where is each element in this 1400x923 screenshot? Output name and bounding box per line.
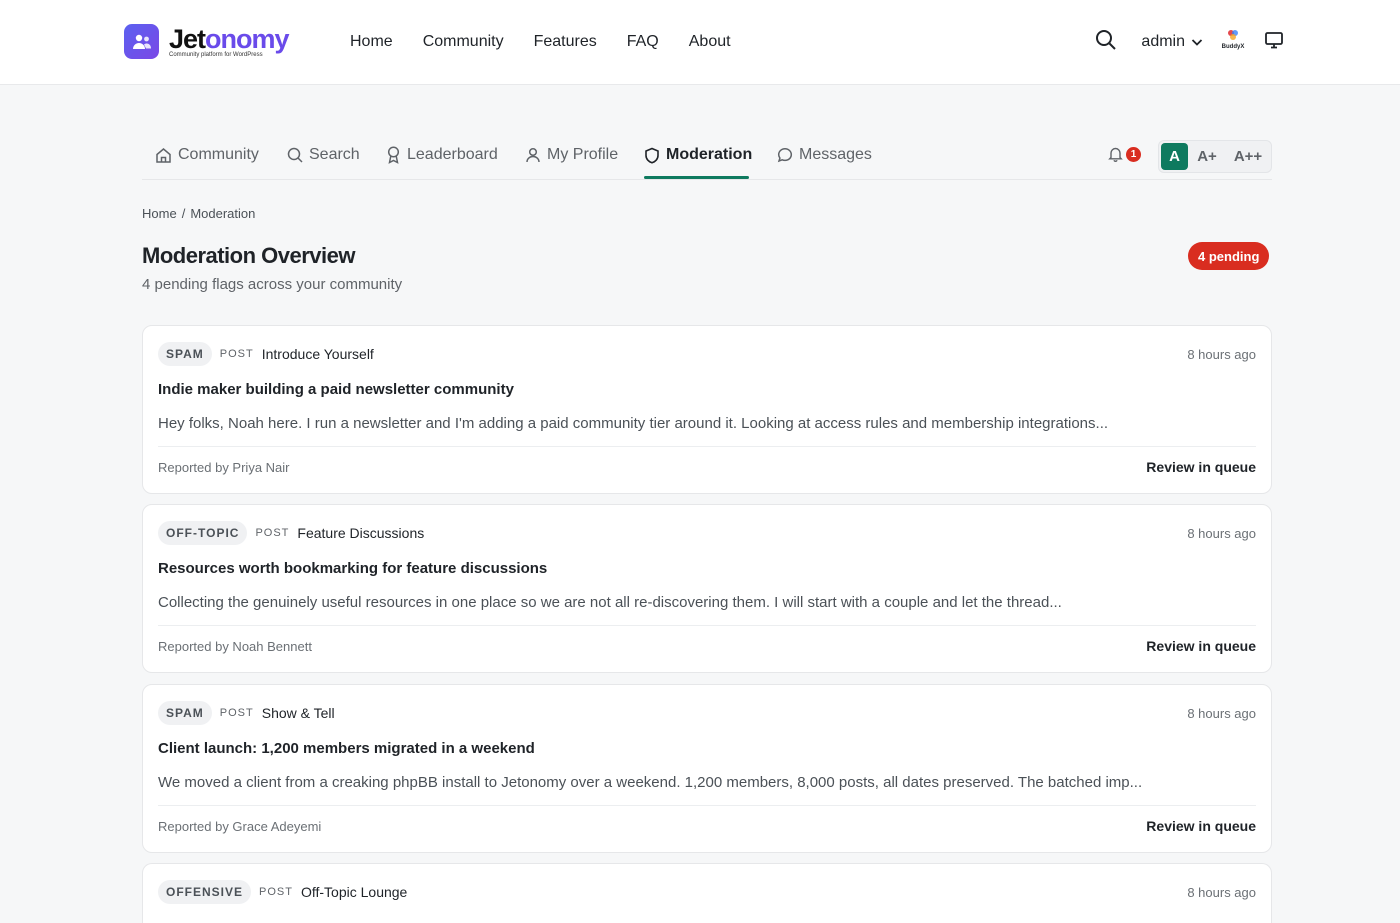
pending-count-badge: 4 pending	[1188, 242, 1270, 270]
flag-reason-badge: OFF-TOPIC	[158, 521, 248, 545]
user-name: admin	[1141, 33, 1185, 50]
review-in-queue-link[interactable]: Review in queue	[1146, 638, 1256, 654]
nav-community[interactable]: Community	[423, 33, 504, 51]
flag-reason-badge: SPAM	[158, 701, 212, 725]
breadcrumb-home-link[interactable]: Home	[142, 206, 177, 221]
tab-community[interactable]: Community	[155, 139, 259, 171]
tab-search[interactable]: Search	[287, 139, 360, 171]
active-tab-indicator	[644, 176, 749, 179]
search-icon[interactable]	[1095, 29, 1117, 56]
flag-reason-badge: OFFENSIVE	[158, 880, 252, 904]
nav-features[interactable]: Features	[534, 33, 597, 51]
card-divider	[158, 446, 1256, 447]
breadcrumb-separator: /	[181, 206, 186, 221]
flag-card: OFF-TOPIC POST Feature Discussions 8 hou…	[142, 504, 1272, 673]
flag-card: SPAM POST Introduce Yourself 8 hours ago…	[142, 325, 1272, 494]
reported-by: Reported by Noah Bennett	[158, 639, 312, 654]
chevron-down-icon	[1191, 39, 1203, 46]
tab-label: Moderation	[666, 146, 753, 163]
header-actions: admin BuddyX	[1095, 28, 1284, 56]
tab-messages[interactable]: Messages	[777, 139, 872, 171]
tab-label: Leaderboard	[407, 146, 498, 163]
user-menu[interactable]: admin	[1141, 33, 1204, 51]
post-title[interactable]: Client launch: 1,200 members migrated in…	[158, 740, 535, 757]
flag-timestamp: 8 hours ago	[1187, 706, 1256, 721]
community-tabs: Community Search Leaderboard My Profile …	[142, 131, 1272, 180]
monitor-icon[interactable]	[1264, 31, 1284, 54]
tab-label: Community	[178, 146, 259, 163]
nav-about[interactable]: About	[689, 33, 731, 51]
page-title: Moderation Overview	[142, 243, 356, 268]
tab-moderation[interactable]: Moderation	[644, 139, 752, 171]
tab-my-profile[interactable]: My Profile	[525, 139, 618, 171]
main-nav: Home Community Features FAQ About	[350, 33, 761, 51]
tab-label: Messages	[799, 146, 872, 163]
nav-faq[interactable]: FAQ	[627, 33, 659, 51]
post-excerpt: Hey folks, Noah here. I run a newsletter…	[158, 415, 1109, 432]
card-divider	[158, 625, 1256, 626]
reported-by: Reported by Priya Nair	[158, 460, 290, 475]
home-icon	[156, 147, 171, 163]
font-size-normal-button[interactable]: A	[1161, 143, 1188, 170]
post-title[interactable]: Resources worth bookmarking for feature …	[158, 560, 547, 577]
post-excerpt: Collecting the genuinely useful resource…	[158, 594, 1062, 611]
flag-timestamp: 8 hours ago	[1187, 885, 1256, 900]
review-in-queue-link[interactable]: Review in queue	[1146, 818, 1256, 834]
notifications-button[interactable]: 1	[1108, 146, 1141, 162]
logo-wordmark: Jetonomy	[169, 24, 290, 54]
space-link[interactable]: Introduce Yourself	[262, 346, 374, 362]
page-subtitle: 4 pending flags across your community	[142, 276, 403, 293]
nav-home[interactable]: Home	[350, 33, 393, 51]
flag-card: SPAM POST Show & Tell 8 hours ago Client…	[142, 684, 1272, 853]
breadcrumb-current: Moderation	[190, 206, 256, 221]
font-size-xlarge-button[interactable]: A++	[1226, 143, 1270, 170]
font-size-switcher: A A+ A++	[1158, 140, 1272, 173]
review-in-queue-link[interactable]: Review in queue	[1146, 459, 1256, 475]
content-type-label: POST	[259, 886, 293, 898]
buddyx-label: BuddyX	[1221, 44, 1245, 50]
buddyx-logo[interactable]: BuddyX	[1220, 28, 1246, 56]
space-link[interactable]: Feature Discussions	[297, 525, 424, 541]
card-divider	[158, 805, 1256, 806]
content-type-label: POST	[255, 527, 290, 539]
bell-icon	[1108, 147, 1123, 162]
tab-label: Search	[309, 146, 360, 163]
breadcrumb: Home / Moderation	[142, 206, 255, 221]
user-icon	[526, 147, 540, 163]
content-type-label: POST	[219, 707, 254, 719]
shield-icon	[645, 147, 659, 164]
logo-mark-icon	[124, 24, 159, 59]
site-logo[interactable]: Jetonomy Community platform for WordPres…	[124, 24, 290, 59]
post-title[interactable]: Indie maker building a paid newsletter c…	[158, 381, 514, 398]
space-link[interactable]: Off-Topic Lounge	[301, 884, 407, 900]
site-header: Jetonomy Community platform for WordPres…	[0, 0, 1400, 85]
content-type-label: POST	[219, 348, 254, 360]
font-size-large-button[interactable]: A+	[1188, 143, 1226, 170]
flag-reason-badge: SPAM	[158, 342, 212, 366]
search-icon	[287, 147, 303, 163]
tab-label: My Profile	[547, 146, 619, 163]
tab-leaderboard[interactable]: Leaderboard	[386, 139, 498, 171]
post-excerpt: We moved a client from a creaking phpBB …	[158, 774, 1143, 791]
medal-icon	[387, 146, 400, 164]
reported-by: Reported by Grace Adeyemi	[158, 819, 322, 834]
notification-count-badge: 1	[1126, 146, 1141, 162]
space-link[interactable]: Show & Tell	[262, 705, 335, 721]
flag-timestamp: 8 hours ago	[1187, 526, 1256, 541]
flag-card: OFFENSIVE POST Off-Topic Lounge 8 hours …	[142, 863, 1272, 923]
flag-timestamp: 8 hours ago	[1187, 347, 1256, 362]
chat-icon	[777, 148, 793, 163]
